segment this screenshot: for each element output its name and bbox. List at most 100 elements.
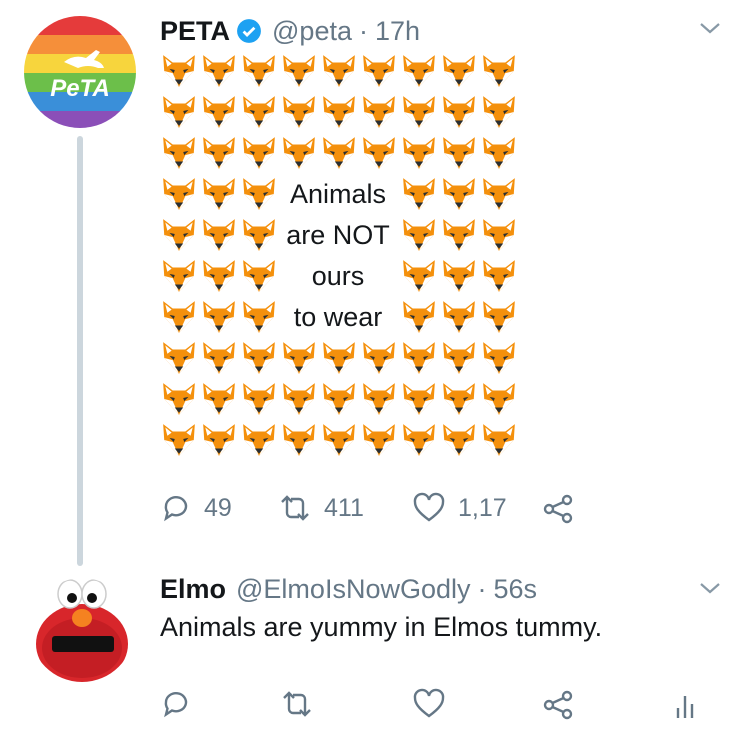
fox-icon	[280, 52, 318, 90]
fox-icon	[240, 421, 278, 459]
message-line-1: Animals	[289, 178, 387, 209]
fox-icon	[440, 298, 478, 336]
fox-icon	[360, 52, 398, 90]
like-button[interactable]: 1,17	[412, 492, 507, 524]
fox-icon	[160, 339, 198, 377]
fox-icon	[200, 134, 238, 172]
fox-icon	[240, 93, 278, 131]
fox-icon	[440, 421, 478, 459]
fox-icon	[360, 93, 398, 131]
reply-author-name[interactable]: Elmo	[160, 574, 226, 605]
analytics-button[interactable]	[674, 690, 696, 720]
fox-icon	[160, 216, 198, 254]
fox-icon	[280, 93, 318, 131]
separator-dot: ·	[358, 15, 368, 46]
fox-icon	[160, 421, 198, 459]
fox-icon	[200, 298, 238, 336]
fox-icon	[240, 216, 278, 254]
fox-icon	[360, 421, 398, 459]
tweet-timestamp[interactable]: 17h	[375, 16, 420, 47]
message-line-3: ours	[311, 260, 365, 291]
chevron-down-icon[interactable]	[698, 20, 722, 41]
fox-icon	[160, 257, 198, 295]
fox-icon	[280, 380, 318, 418]
thread-line	[77, 136, 83, 566]
fox-icon	[400, 175, 438, 213]
fox-icon	[200, 175, 238, 213]
fox-icon	[280, 339, 318, 377]
reply-count: 49	[204, 493, 232, 522]
fox-icon	[160, 134, 198, 172]
fox-icon	[320, 339, 358, 377]
message-line-2: are NOT	[286, 219, 390, 250]
fox-row: Animals	[160, 173, 520, 214]
fox-row	[160, 419, 520, 460]
tweet-author-name[interactable]: PETA	[160, 16, 230, 47]
fox-icon	[400, 93, 438, 131]
fox-icon	[400, 257, 438, 295]
reply-timestamp[interactable]: 56s	[494, 574, 538, 605]
verified-icon	[236, 18, 262, 44]
fox-icon	[240, 175, 278, 213]
fox-row	[160, 91, 520, 132]
fox-icon	[440, 93, 478, 131]
fox-icon	[160, 52, 198, 90]
fox-icon	[240, 257, 278, 295]
tweet-actions: 49 411 1,17	[160, 492, 600, 528]
fox-icon	[280, 421, 318, 459]
fox-icon	[200, 421, 238, 459]
reply-button[interactable]	[160, 688, 192, 720]
fox-icon	[360, 339, 398, 377]
fox-icon	[480, 298, 518, 336]
fox-icon	[480, 421, 518, 459]
fox-icon	[440, 339, 478, 377]
fox-icon	[480, 339, 518, 377]
fox-icon	[480, 257, 518, 295]
fox-icon	[200, 257, 238, 295]
retweet-button[interactable]: 411	[276, 492, 364, 524]
reply-icon	[164, 692, 188, 718]
fox-icon	[400, 52, 438, 90]
tweet-body: Animals are NOT ours to wear	[160, 50, 520, 460]
reply-author-handle[interactable]: @ElmoIsNowGodly	[236, 574, 470, 605]
fox-icon	[440, 380, 478, 418]
fox-icon	[280, 134, 318, 172]
fox-row	[160, 132, 520, 173]
tweet-author-handle[interactable]: @peta	[272, 16, 352, 47]
fox-icon	[320, 93, 358, 131]
fox-row: are NOT	[160, 214, 520, 255]
fox-icon	[240, 52, 278, 90]
share-icon	[543, 690, 573, 720]
fox-icon	[400, 421, 438, 459]
like-button[interactable]	[412, 688, 446, 720]
fox-icon	[400, 134, 438, 172]
fox-icon	[160, 175, 198, 213]
peta-avatar[interactable]: PeTA	[24, 16, 136, 128]
chevron-down-icon[interactable]	[698, 580, 722, 601]
share-button[interactable]	[542, 494, 574, 524]
fox-icon	[440, 257, 478, 295]
share-button[interactable]	[542, 690, 574, 720]
separator-dot: ·	[477, 573, 487, 604]
fox-icon	[160, 93, 198, 131]
retweet-button[interactable]	[278, 688, 316, 720]
peta-logo-text: PeTA	[50, 75, 110, 102]
reply-button[interactable]: 49	[160, 492, 232, 524]
fox-icon	[400, 380, 438, 418]
fox-icon	[400, 339, 438, 377]
fox-icon	[480, 216, 518, 254]
tweet-header: PETA @peta · 17h	[160, 14, 420, 48]
fox-icon	[240, 380, 278, 418]
fox-icon	[320, 134, 358, 172]
fox-icon	[480, 380, 518, 418]
like-count: 1,17	[458, 493, 507, 522]
heart-icon	[413, 688, 445, 718]
fox-icon	[440, 134, 478, 172]
fox-icon	[440, 216, 478, 254]
share-icon	[543, 494, 573, 524]
fox-icon	[160, 298, 198, 336]
fox-icon	[240, 298, 278, 336]
fox-icon	[200, 52, 238, 90]
fox-icon	[480, 52, 518, 90]
elmo-avatar[interactable]	[30, 578, 134, 682]
